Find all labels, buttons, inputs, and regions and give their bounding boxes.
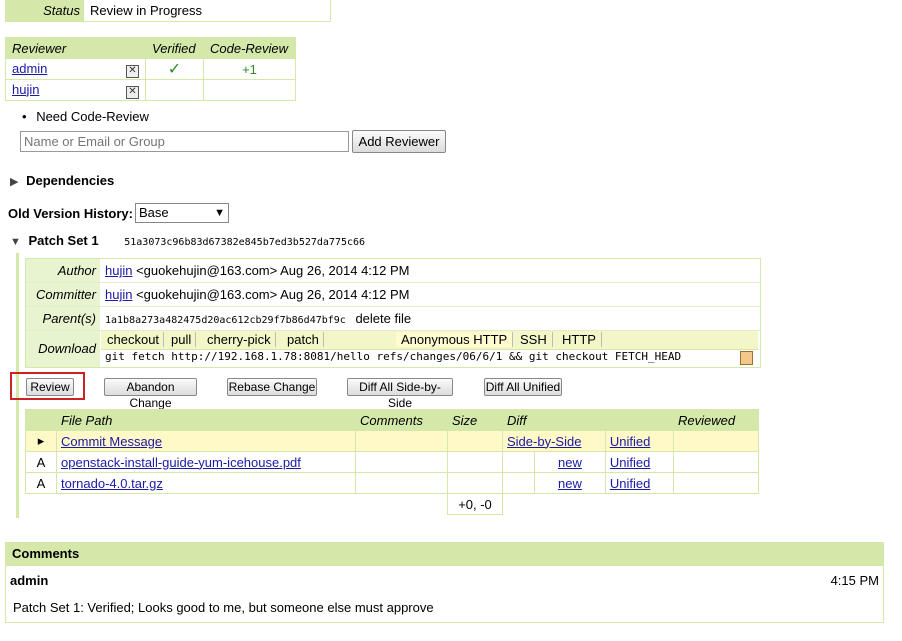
files-table: File Path Comments Size Diff Reviewed ▸ … xyxy=(25,409,759,515)
committer-label: Committer xyxy=(26,283,100,306)
patch-set-title: Patch Set 1 xyxy=(28,233,99,248)
side-by-side-link[interactable]: Side-by-Side xyxy=(507,434,581,449)
review-button[interactable]: Review xyxy=(26,378,74,396)
reviewer-link[interactable]: admin xyxy=(12,61,47,76)
unified-link[interactable]: Unified xyxy=(610,434,650,449)
tab-patch[interactable]: patch xyxy=(283,332,324,347)
author-row: Author hujin <guokehujin@163.com> Aug 26… xyxy=(26,259,760,283)
file-status: A xyxy=(25,451,57,473)
table-row[interactable]: ▸ Commit Message Side-by-Side Unified xyxy=(25,430,759,452)
verified-check-icon: ✓ xyxy=(145,58,204,80)
commit-info: Author hujin <guokehujin@163.com> Aug 26… xyxy=(25,258,761,368)
status-row: Status Review in Progress xyxy=(5,0,331,22)
old-version-selected: Base xyxy=(139,205,169,220)
diff-all-unified-button[interactable]: Diff All Unified xyxy=(484,378,562,396)
file-path-header: File Path xyxy=(56,409,356,431)
row-pointer-icon: ▸ xyxy=(25,430,57,452)
table-row: admin ✕ ✓ +1 xyxy=(5,58,296,80)
need-code-review: • Need Code-Review xyxy=(22,109,149,124)
tab-ssh[interactable]: SSH xyxy=(515,332,553,347)
chevron-down-icon: ▼ xyxy=(214,207,225,219)
comment-text: Patch Set 1: Verified; Looks good to me,… xyxy=(13,600,434,615)
parent-hash-link[interactable]: 1a1b8a273a482475d20ac612cb29f7b86d47bf9c xyxy=(105,315,346,326)
file-link[interactable]: Commit Message xyxy=(61,434,162,449)
comment-author: admin xyxy=(10,573,49,588)
reviewers-table: Reviewer Verified Code-Review admin ✕ ✓ … xyxy=(5,37,296,101)
abandon-change-button[interactable]: Abandon Change xyxy=(104,378,197,410)
comment-item[interactable]: admin 4:15 PM Patch Set 1: Verified; Loo… xyxy=(5,565,884,623)
status-value: Review in Progress xyxy=(90,3,202,18)
expand-arrow-icon: ▶ xyxy=(10,176,19,188)
download-row: Download checkout pull cherry-pick patch… xyxy=(26,331,760,367)
parent-row: Parent(s) 1a1b8a273a482475d20ac612cb29f7… xyxy=(26,307,760,331)
reviewed-cell[interactable] xyxy=(673,451,759,473)
collapse-arrow-icon: ▼ xyxy=(10,236,21,248)
reviewer-header: Reviewer xyxy=(5,37,146,59)
need-label: Need Code-Review xyxy=(36,109,149,124)
add-reviewer-button[interactable]: Add Reviewer xyxy=(352,130,446,153)
download-tabs: checkout pull cherry-pick patch Anonymou… xyxy=(101,331,758,350)
author-details: <guokehujin@163.com> Aug 26, 2014 4:12 P… xyxy=(136,263,410,278)
author-label: Author xyxy=(26,259,100,282)
code-review-cell xyxy=(203,79,296,101)
status-label: Status xyxy=(6,0,84,21)
patch-set-header[interactable]: ▼ Patch Set 1 51a3073c96b83d67382e845b7e… xyxy=(10,233,365,248)
bullet-icon: • xyxy=(22,109,27,124)
comments-title: Comments xyxy=(5,542,884,565)
table-row[interactable]: A tornado-4.0.tar.gz new Unified xyxy=(25,472,759,494)
comments-header: Comments xyxy=(355,409,448,431)
table-row[interactable]: A openstack-install-guide-yum-icehouse.p… xyxy=(25,451,759,473)
committer-link[interactable]: hujin xyxy=(105,287,132,302)
total-size: +0, -0 xyxy=(447,493,503,515)
unified-link[interactable]: Unified xyxy=(610,455,650,470)
parent-message: delete file xyxy=(355,311,412,326)
old-version-label: Old Version History: xyxy=(8,206,133,221)
diff-header: Diff xyxy=(502,409,674,431)
tab-pull[interactable]: pull xyxy=(167,332,197,347)
code-review-header: Code-Review xyxy=(203,37,296,59)
download-label: Download xyxy=(26,331,100,367)
reviewed-header: Reviewed xyxy=(673,409,759,431)
code-review-score: +1 xyxy=(203,58,296,80)
patch-set-hash: 51a3073c96b83d67382e845b7ed3b527da775c66 xyxy=(124,237,366,248)
dependencies-label: Dependencies xyxy=(26,173,115,188)
tab-http[interactable]: HTTP xyxy=(557,332,602,347)
new-link[interactable]: new xyxy=(558,455,582,470)
comment-time: 4:15 PM xyxy=(830,573,879,588)
download-command[interactable]: git fetch http://192.168.1.78:8081/hello… xyxy=(105,350,681,363)
diff-all-side-by-side-button[interactable]: Diff All Side-by-Side xyxy=(347,378,453,410)
reviewed-cell[interactable] xyxy=(673,430,759,452)
tab-cherry-pick[interactable]: cherry-pick xyxy=(203,332,276,347)
parent-label: Parent(s) xyxy=(26,307,100,330)
verified-cell xyxy=(145,79,204,101)
file-status: A xyxy=(25,472,57,494)
dependencies-toggle[interactable]: ▶ Dependencies xyxy=(10,173,114,188)
new-link[interactable]: new xyxy=(558,476,582,491)
verified-header: Verified xyxy=(145,37,204,59)
table-row: hujin ✕ xyxy=(5,79,296,101)
file-link[interactable]: openstack-install-guide-yum-icehouse.pdf xyxy=(61,455,301,470)
reviewer-search-input[interactable] xyxy=(20,131,349,152)
reviewed-cell[interactable] xyxy=(673,472,759,494)
copy-icon[interactable] xyxy=(740,351,753,365)
author-link[interactable]: hujin xyxy=(105,263,132,278)
committer-row: Committer hujin <guokehujin@163.com> Aug… xyxy=(26,283,760,307)
committer-details: <guokehujin@163.com> Aug 26, 2014 4:12 P… xyxy=(136,287,410,302)
rebase-change-button[interactable]: Rebase Change xyxy=(227,378,317,396)
unified-link[interactable]: Unified xyxy=(610,476,650,491)
reviewer-link[interactable]: hujin xyxy=(12,82,39,97)
remove-reviewer-icon[interactable]: ✕ xyxy=(126,64,139,78)
old-version-select[interactable]: Base ▼ xyxy=(135,203,229,223)
tab-checkout[interactable]: checkout xyxy=(103,332,165,347)
file-link[interactable]: tornado-4.0.tar.gz xyxy=(61,476,163,491)
size-header: Size xyxy=(447,409,503,431)
remove-reviewer-icon[interactable]: ✕ xyxy=(126,85,139,99)
tab-anonymous-http[interactable]: Anonymous HTTP xyxy=(396,332,514,347)
